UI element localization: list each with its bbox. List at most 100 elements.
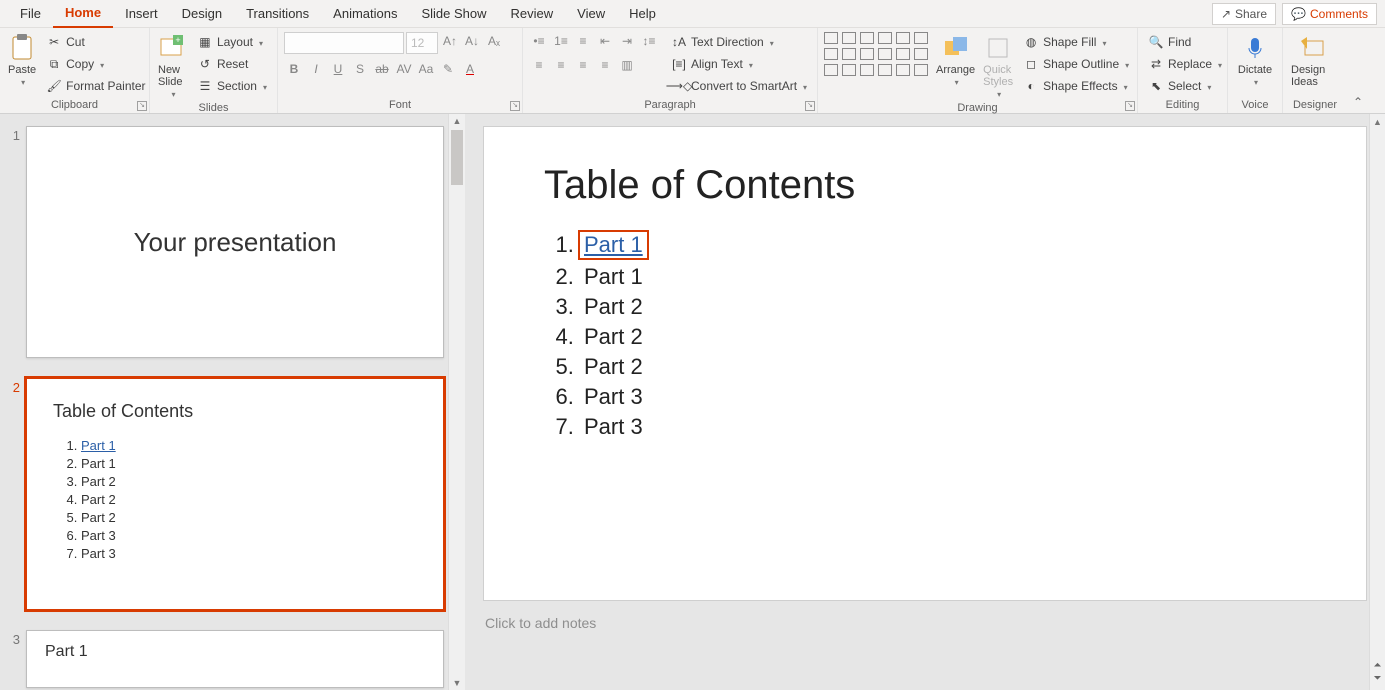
thumbnail-slide-2[interactable]: Table of Contents Part 1 Part 1 Part 2 P…: [26, 378, 444, 610]
brush-icon: 🖌: [46, 78, 62, 94]
slide-canvas-area: Table of Contents Part 1 Part 1 Part 2 P…: [465, 114, 1385, 690]
clipboard-launcher-icon[interactable]: ↘: [137, 101, 147, 111]
slide-canvas[interactable]: Table of Contents Part 1 Part 1 Part 2 P…: [483, 126, 1367, 601]
paragraph-launcher-icon[interactable]: ↘: [805, 101, 815, 111]
toc-link-part1[interactable]: Part 1: [584, 232, 643, 257]
shapes-gallery[interactable]: [824, 32, 930, 78]
slide-content-list[interactable]: Part 1 Part 1 Part 2 Part 2 Part 2 Part …: [544, 230, 1306, 440]
tab-insert[interactable]: Insert: [113, 0, 170, 27]
tab-review[interactable]: Review: [499, 0, 566, 27]
section-icon: ☰: [197, 78, 213, 94]
font-color-icon[interactable]: A: [460, 60, 480, 78]
align-text-icon: [≡]: [671, 56, 687, 72]
shape-effects-button[interactable]: ◐Shape Effects: [1019, 76, 1133, 96]
font-launcher-icon[interactable]: ↘: [510, 101, 520, 111]
scroll-up-icon[interactable]: ▲: [451, 114, 463, 128]
justify-icon[interactable]: ≡: [595, 56, 615, 74]
tab-view[interactable]: View: [565, 0, 617, 27]
increase-font-icon[interactable]: A↑: [440, 32, 460, 50]
group-label-editing: Editing: [1144, 99, 1221, 113]
next-slide-icon[interactable]: ⏷: [1370, 673, 1385, 686]
list-item[interactable]: Part 2: [580, 294, 1306, 320]
select-button[interactable]: ⬉Select: [1144, 76, 1226, 96]
format-painter-button[interactable]: 🖌Format Painter: [42, 76, 149, 96]
underline-icon[interactable]: U: [328, 60, 348, 78]
slide-title[interactable]: Table of Contents: [544, 163, 1306, 208]
prev-slide-icon[interactable]: ⏶: [1370, 660, 1385, 673]
scroll-handle[interactable]: [451, 130, 463, 185]
list-item[interactable]: Part 1: [580, 264, 1306, 290]
drawing-launcher-icon[interactable]: ↘: [1125, 101, 1135, 111]
change-case-icon[interactable]: Aa: [416, 60, 436, 78]
scroll-down-icon[interactable]: ▼: [451, 676, 463, 690]
clear-format-icon[interactable]: Aₓ: [484, 32, 504, 50]
align-center-icon[interactable]: ≡: [551, 56, 571, 74]
find-button[interactable]: 🔍Find: [1144, 32, 1226, 52]
shadow-icon[interactable]: S: [350, 60, 370, 78]
dictate-button[interactable]: Dictate: [1234, 32, 1276, 90]
tab-help[interactable]: Help: [617, 0, 668, 27]
thumb-title: Part 1: [45, 643, 425, 661]
char-spacing-icon[interactable]: AV: [394, 60, 414, 78]
numbering-icon[interactable]: 1≡: [551, 32, 571, 50]
thumbnail-slide-3[interactable]: Part 1: [26, 630, 444, 688]
line-spacing-icon[interactable]: ↕≡: [639, 32, 659, 50]
tab-file[interactable]: File: [8, 0, 53, 27]
align-text-button[interactable]: [≡]Align Text: [667, 54, 811, 74]
tab-design[interactable]: Design: [170, 0, 234, 27]
tab-animations[interactable]: Animations: [321, 0, 409, 27]
list-item[interactable]: Part 3: [580, 414, 1306, 440]
tab-slideshow[interactable]: Slide Show: [409, 0, 498, 27]
decrease-font-icon[interactable]: A↓: [462, 32, 482, 50]
cut-button[interactable]: ✂Cut: [42, 32, 149, 52]
collapse-ribbon-icon[interactable]: ⌃: [1353, 95, 1363, 109]
group-label-paragraph: Paragraph: [529, 99, 811, 113]
comments-button[interactable]: 💬Comments: [1282, 3, 1377, 25]
shape-outline-button[interactable]: ◻Shape Outline: [1019, 54, 1133, 74]
share-button[interactable]: ↗Share: [1212, 3, 1276, 25]
group-label-font: Font: [284, 99, 516, 113]
align-left-icon[interactable]: ≡: [529, 56, 549, 74]
list-level-icon[interactable]: ≡: [573, 32, 593, 50]
thumbnail-slide-1[interactable]: Your presentation: [26, 126, 444, 358]
arrange-button[interactable]: Arrange: [934, 32, 977, 90]
copy-button[interactable]: ⧉Copy: [42, 54, 149, 74]
search-icon: 🔍: [1148, 34, 1164, 50]
font-size-combo[interactable]: 12: [406, 32, 438, 54]
font-name-combo[interactable]: [284, 32, 404, 54]
new-slide-button[interactable]: + New Slide: [156, 32, 189, 102]
tab-home[interactable]: Home: [53, 0, 113, 28]
bold-icon[interactable]: B: [284, 60, 304, 78]
columns-icon[interactable]: ▥: [617, 56, 637, 74]
hyperlink-highlight[interactable]: Part 1: [578, 230, 649, 260]
canvas-scrollbar[interactable]: ▲ ⏶ ⏷: [1369, 114, 1385, 690]
quick-styles-button[interactable]: Quick Styles: [981, 32, 1015, 102]
text-direction-button[interactable]: ↕AText Direction: [667, 32, 811, 52]
convert-smartart-button[interactable]: ⟶◇Convert to SmartArt: [667, 76, 811, 96]
scroll-up-icon[interactable]: ▲: [1370, 114, 1385, 130]
cursor-icon: ⬉: [1148, 78, 1164, 94]
layout-button[interactable]: ▦Layout: [193, 32, 271, 52]
strike-icon[interactable]: ab: [372, 60, 392, 78]
list-item[interactable]: Part 3: [580, 384, 1306, 410]
thumbnail-scrollbar[interactable]: ▲ ▼: [448, 114, 465, 690]
layout-icon: ▦: [197, 34, 213, 50]
shape-fill-button[interactable]: ◍Shape Fill: [1019, 32, 1133, 52]
section-button[interactable]: ☰Section: [193, 76, 271, 96]
dec-indent-icon[interactable]: ⇤: [595, 32, 615, 50]
inc-indent-icon[interactable]: ⇥: [617, 32, 637, 50]
replace-icon: ⇄: [1148, 56, 1164, 72]
highlight-icon[interactable]: ✎: [438, 60, 458, 78]
notes-placeholder[interactable]: Click to add notes: [483, 611, 1367, 635]
reset-button[interactable]: ↺Reset: [193, 54, 271, 74]
thumb-number: 3: [4, 630, 26, 647]
list-item[interactable]: Part 2: [580, 324, 1306, 350]
italic-icon[interactable]: I: [306, 60, 326, 78]
tab-transitions[interactable]: Transitions: [234, 0, 321, 27]
paste-button[interactable]: Paste: [6, 32, 38, 90]
list-item[interactable]: Part 2: [580, 354, 1306, 380]
align-right-icon[interactable]: ≡: [573, 56, 593, 74]
design-ideas-button[interactable]: Design Ideas: [1289, 32, 1337, 90]
bullets-icon[interactable]: •≡: [529, 32, 549, 50]
replace-button[interactable]: ⇄Replace: [1144, 54, 1226, 74]
